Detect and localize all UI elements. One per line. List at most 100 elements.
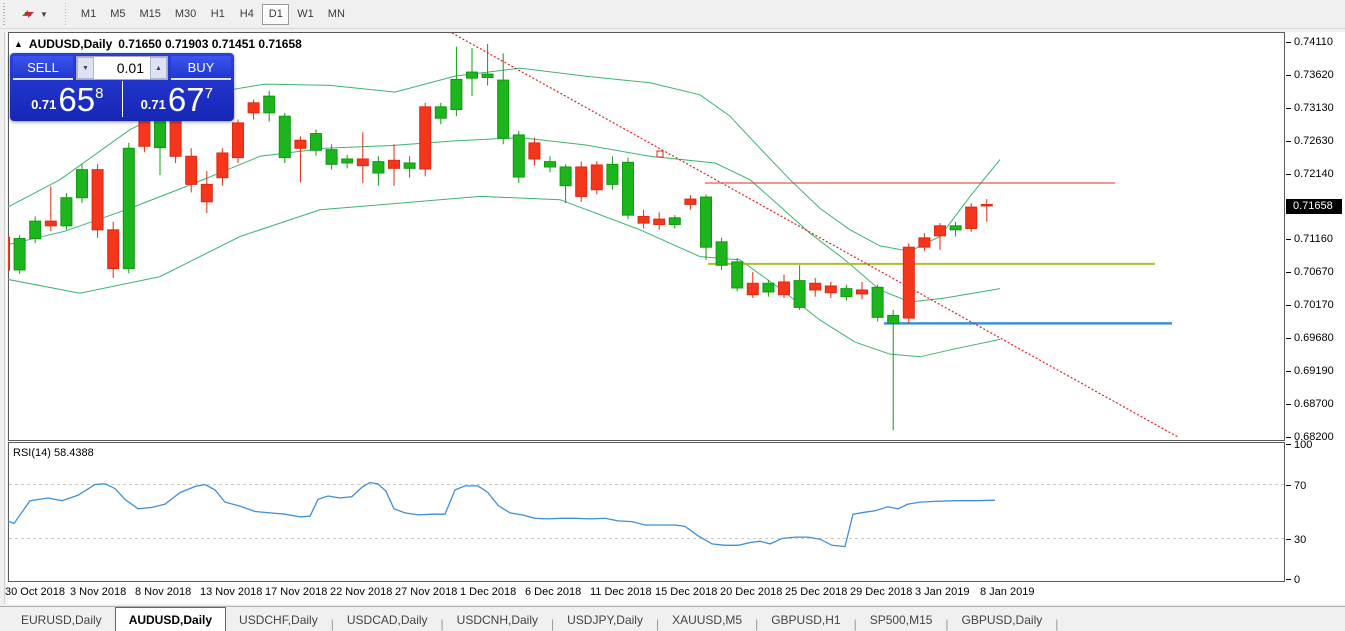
date-label: 3 Jan 2019 — [915, 586, 970, 598]
timeframe-button-mn[interactable]: MN — [322, 4, 351, 25]
tab-sp500-m15[interactable]: SP500,M15 — [857, 609, 946, 631]
date-label: 17 Nov 2018 — [265, 586, 328, 598]
tab-xauusd-m5[interactable]: XAUUSD,M5 — [659, 609, 755, 631]
candle-body — [512, 134, 525, 178]
rsi-tick-mark — [1286, 444, 1291, 445]
rsi-indicator-label: RSI(14) 58.4388 — [13, 447, 94, 459]
candle-body — [107, 229, 120, 270]
candle-body — [575, 166, 588, 197]
timeframe-button-h4[interactable]: H4 — [233, 4, 260, 25]
tab-gbpusd-h1[interactable]: GBPUSD,H1 — [758, 609, 853, 631]
candle-body — [746, 282, 759, 296]
candle-body — [856, 289, 868, 295]
tab-audusd-daily[interactable]: AUDUSD,Daily — [114, 607, 227, 631]
tab-usdcad-daily[interactable]: USDCAD,Daily — [334, 609, 441, 631]
candle-body — [809, 282, 822, 291]
top-toolbar: ▼ M1 M5 M15 M30 H1 H4 D1 W1 MN — [0, 0, 1345, 29]
buy-price-sup: 7 — [204, 85, 213, 102]
price-tick-label: 0.73620 — [1294, 68, 1334, 81]
toolbar-drag-handle[interactable] — [2, 3, 7, 25]
sell-button[interactable]: SELL — [13, 56, 73, 80]
date-label: 20 Dec 2018 — [720, 586, 783, 598]
sell-price-display[interactable]: 0.71 65 8 — [13, 81, 123, 117]
price-tick-mark — [1286, 74, 1291, 76]
chart-arrows-icon[interactable] — [17, 4, 39, 24]
candle-body — [887, 314, 900, 324]
buy-price-big: 67 — [167, 81, 205, 118]
arrows-icon-glyph — [22, 10, 34, 18]
tab-usdjpy-daily[interactable]: USDJPY,Daily — [554, 609, 656, 631]
price-tick-label: 0.72630 — [1294, 134, 1334, 147]
tab-separator: | — [1055, 617, 1059, 631]
price-tick-mark — [1286, 173, 1291, 175]
candle-body — [450, 78, 463, 111]
sell-price-big: 65 — [58, 81, 96, 118]
candle-body — [60, 197, 73, 227]
current-price-badge: 0.71658 — [1286, 198, 1342, 214]
tab-usdchf-daily[interactable]: USDCHF,Daily — [226, 609, 331, 631]
candle-body — [622, 161, 634, 216]
candle-body — [902, 246, 915, 319]
candle-body — [871, 286, 884, 318]
candle-body — [325, 149, 338, 165]
volume-stepper: ▼ 0.01 ▲ — [76, 56, 168, 80]
date-label: 29 Dec 2018 — [850, 586, 913, 598]
candle-body — [497, 79, 510, 139]
rsi-tick-mark — [1286, 484, 1291, 486]
timeframe-button-d1[interactable]: D1 — [262, 3, 290, 25]
timeframe-button-m1[interactable]: M1 — [75, 4, 102, 25]
trendline-midpoint-handle[interactable] — [656, 150, 664, 158]
tab-usdcnh-daily[interactable]: USDCNH,Daily — [444, 609, 551, 631]
timeframe-button-h1[interactable]: H1 — [204, 4, 231, 25]
volume-increase-button[interactable]: ▲ — [150, 57, 167, 79]
date-label: 13 Nov 2018 — [200, 586, 263, 598]
candle-body — [200, 183, 213, 203]
toolbar-dropdown-caret[interactable]: ▼ — [40, 10, 48, 19]
sell-price-sup: 8 — [95, 85, 104, 102]
volume-decrease-button[interactable]: ▼ — [77, 57, 94, 79]
toolbar-separator — [61, 3, 68, 25]
candle-body — [700, 196, 712, 248]
rsi-tick-mark — [1286, 538, 1291, 540]
price-tick-label: 0.68700 — [1294, 397, 1334, 410]
timeframe-button-w1[interactable]: W1 — [291, 4, 320, 25]
timeframe-button-m5[interactable]: M5 — [104, 4, 131, 25]
candle-body — [731, 261, 744, 289]
candle-body — [434, 106, 447, 119]
timeframe-button-m30[interactable]: M30 — [169, 4, 202, 25]
price-tick-label: 0.69190 — [1294, 364, 1334, 377]
rsi-tick-mark — [1286, 579, 1291, 580]
price-axis[interactable]: 0.74110 0.73620 0.73130 0.72630 0.72140 0.711… — [1286, 32, 1345, 604]
price-tick-label: 0.71160 — [1294, 233, 1333, 246]
date-label: 11 Dec 2018 — [590, 586, 652, 598]
time-axis[interactable]: 30 Oct 2018 3 Nov 2018 8 Nov 2018 13 Nov 20… — [5, 582, 1286, 604]
date-label: 8 Jan 2019 — [980, 586, 1035, 598]
collapse-triangle-icon[interactable]: ▲ — [14, 39, 23, 49]
candle-body — [185, 155, 198, 185]
tab-gbpusd-daily[interactable]: GBPUSD,Daily — [949, 609, 1056, 631]
candle-body — [466, 71, 478, 79]
buy-price-display[interactable]: 0.71 67 7 — [123, 81, 232, 117]
date-label: 8 Nov 2018 — [135, 586, 192, 598]
tab-eurusd-daily[interactable]: EURUSD,Daily — [8, 609, 115, 631]
candle-body — [122, 147, 135, 270]
candle-body — [91, 169, 104, 231]
candle-body — [949, 225, 962, 231]
chart-tab-bar: EURUSD,Daily AUDUSD,Daily USDCHF,Daily | USD… — [0, 606, 1345, 631]
sell-price-prefix: 0.71 — [31, 97, 57, 112]
candle-body — [419, 106, 432, 170]
candle-body — [637, 215, 650, 224]
volume-value[interactable]: 0.01 — [94, 60, 150, 76]
chart-title: ▲ AUDUSD,Daily 0.71650 0.71903 0.71451 0… — [14, 37, 302, 51]
price-tick-mark — [1286, 271, 1291, 273]
candle-body — [138, 119, 151, 147]
date-label: 15 Dec 2018 — [655, 586, 718, 598]
price-tick-mark — [1286, 239, 1291, 241]
candle-body — [403, 162, 416, 169]
price-tick-label: 0.69680 — [1294, 332, 1334, 345]
date-label: 25 Dec 2018 — [785, 586, 848, 598]
buy-button[interactable]: BUY — [171, 56, 231, 80]
price-tick-mark — [1286, 42, 1291, 43]
timeframe-button-m15[interactable]: M15 — [133, 4, 166, 25]
timeframe-button-group: M1 M5 M15 M30 H1 H4 D1 W1 MN — [74, 3, 352, 25]
